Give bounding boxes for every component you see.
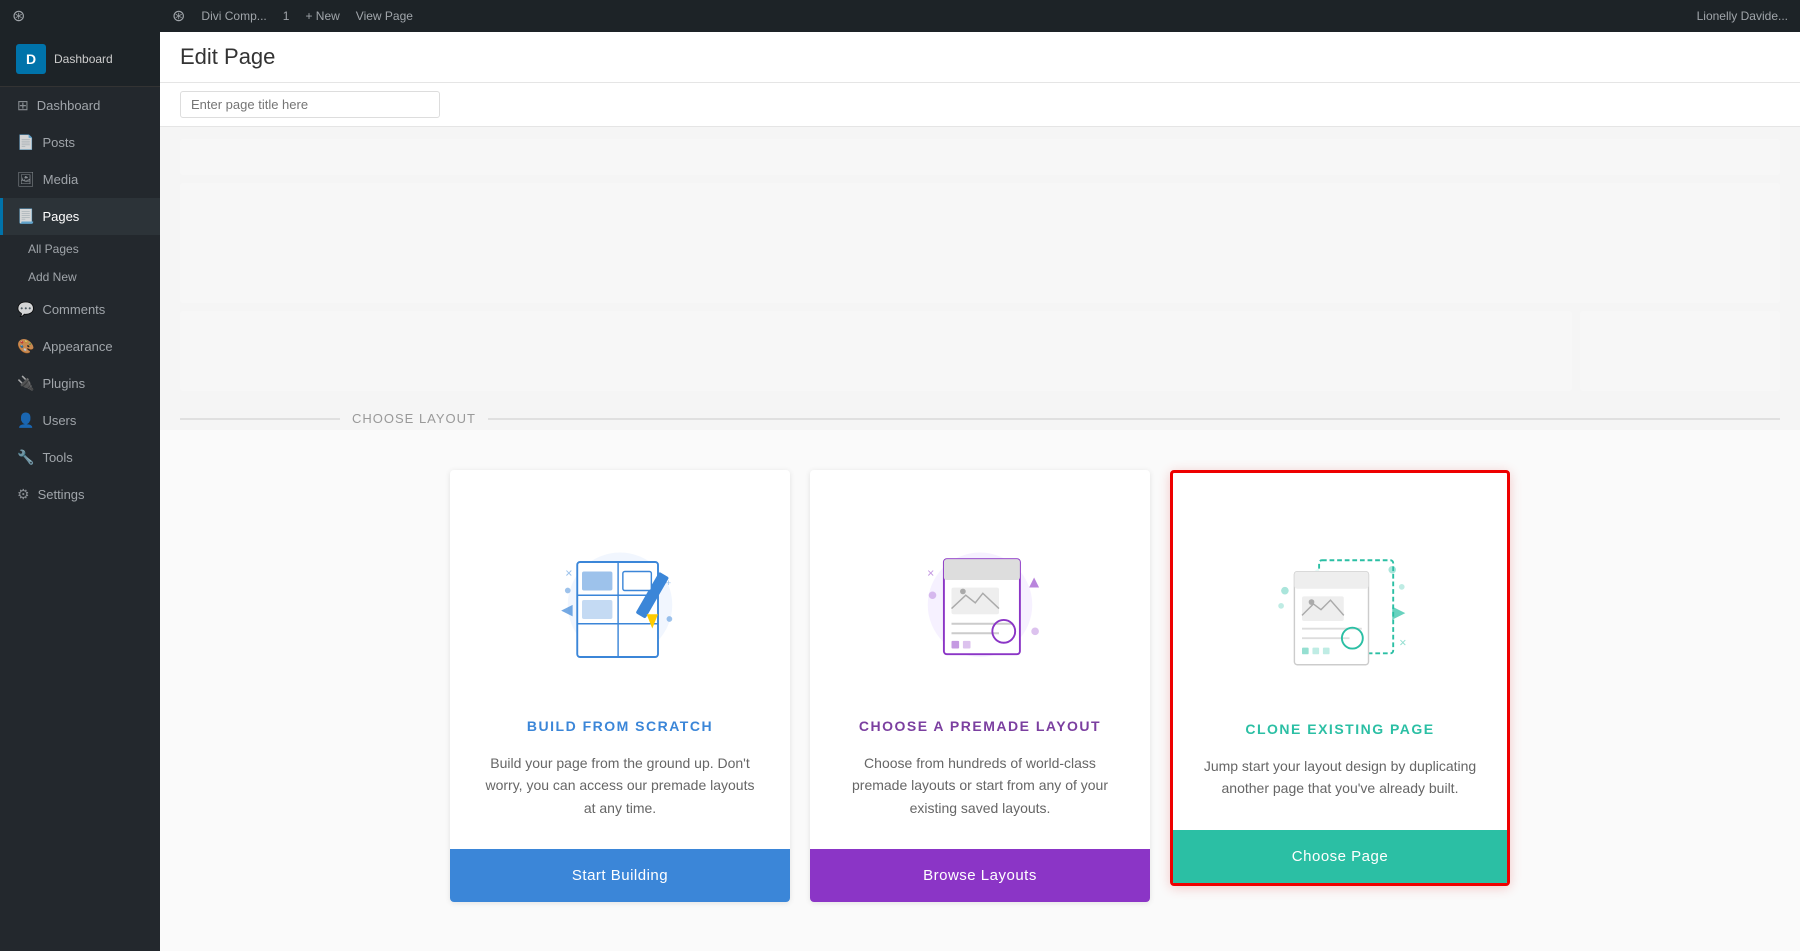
sidebar-item-plugins[interactable]: 🔌 Plugins — [0, 365, 160, 402]
card-scratch-illustration: ◀ + ✕ — [520, 510, 720, 690]
adminbar-new[interactable]: + New — [305, 9, 339, 23]
site-name: Dashboard — [54, 52, 113, 66]
page-title: Edit Page — [180, 44, 275, 70]
card-layout-description: Choose from hundreds of world-class prem… — [840, 752, 1120, 819]
sidebar-item-settings-label: Settings — [38, 487, 85, 502]
section-title-label: Choose Layout — [352, 411, 476, 426]
svg-text:✕: ✕ — [565, 568, 573, 579]
card-scratch-footer: Start Building — [450, 849, 790, 902]
comments-icon: 💬 — [17, 301, 34, 318]
page-header: Edit Page — [160, 32, 1800, 83]
page-title-input[interactable] — [180, 91, 440, 118]
sidebar-subitem-all-pages[interactable]: All Pages — [0, 235, 160, 263]
tools-icon: 🔧 — [17, 449, 34, 466]
sidebar-item-settings[interactable]: ⚙ Settings — [0, 476, 160, 513]
sidebar-item-pages[interactable]: 📃 Pages — [0, 198, 160, 235]
media-icon: 🖼 — [17, 171, 35, 188]
card-layout: ▲ ✕ CHOOSE A PREMADE LAYOUT Choose from … — [810, 470, 1150, 902]
pages-icon: 📃 — [17, 208, 34, 225]
main-content: ⊛ Divi Comp... 1 + New View Page Lionell… — [160, 0, 1800, 951]
card-layout-body: ▲ ✕ CHOOSE A PREMADE LAYOUT Choose from … — [810, 470, 1150, 849]
svg-text:✕: ✕ — [1399, 638, 1407, 649]
sidebar-item-media-label: Media — [43, 172, 78, 187]
card-clone-description: Jump start your layout design by duplica… — [1203, 755, 1477, 800]
wp-logo-icon[interactable]: ⊛ — [12, 6, 25, 26]
card-clone-title: CLONE EXISTING PAGE — [1245, 721, 1434, 737]
admin-bar: ⊛ — [0, 0, 160, 32]
adminbar-view[interactable]: View Page — [356, 9, 413, 23]
adminbar-site-name[interactable]: Divi Comp... — [201, 9, 266, 23]
card-layout-title: CHOOSE A PREMADE LAYOUT — [859, 718, 1101, 734]
section-title-row: Choose Layout — [160, 391, 1800, 430]
cards-area: ◀ + ✕ BUILD FROM SCRATCH Build your page… — [160, 430, 1800, 951]
sidebar-logo: D Dashboard — [0, 32, 160, 87]
sidebar-item-plugins-label: Plugins — [42, 376, 85, 391]
sidebar-item-comments-label: Comments — [42, 302, 105, 317]
site-icon: D — [16, 44, 46, 74]
settings-icon: ⚙ — [17, 486, 30, 503]
card-clone: ▶ ✕ CLONE EXISTING PAGE Jump start your … — [1170, 470, 1510, 886]
page-sub-bar — [160, 83, 1800, 127]
sidebar-item-dashboard[interactable]: ⊞ Dashboard — [0, 87, 160, 124]
plugins-icon: 🔌 — [17, 375, 34, 392]
sidebar-item-tools[interactable]: 🔧 Tools — [0, 439, 160, 476]
browse-layouts-button[interactable]: Browse Layouts — [810, 849, 1150, 902]
svg-text:▶: ▶ — [1392, 602, 1406, 621]
sidebar-item-dashboard-label: Dashboard — [37, 98, 101, 113]
card-scratch-description: Build your page from the ground up. Don'… — [480, 752, 760, 819]
card-scratch-title: BUILD FROM SCRATCH — [527, 718, 713, 734]
appearance-icon: 🎨 — [17, 338, 34, 355]
users-icon: 👤 — [17, 412, 34, 429]
posts-icon: 📄 — [17, 134, 34, 151]
card-layout-illustration: ▲ ✕ — [880, 510, 1080, 690]
divider-left — [180, 418, 340, 420]
sidebar-item-tools-label: Tools — [42, 450, 72, 465]
card-scratch-body: ◀ + ✕ BUILD FROM SCRATCH Build your page… — [450, 470, 790, 849]
choose-page-button[interactable]: Choose Page — [1173, 830, 1507, 883]
dashboard-icon: ⊞ — [17, 97, 29, 114]
sidebar-item-comments[interactable]: 💬 Comments — [0, 291, 160, 328]
sidebar-item-appearance-label: Appearance — [42, 339, 112, 354]
svg-text:✕: ✕ — [927, 568, 935, 579]
sidebar-item-users-label: Users — [42, 413, 76, 428]
svg-text:▲: ▲ — [1026, 573, 1043, 592]
adminbar-user[interactable]: Lionelly Davide... — [1697, 9, 1788, 23]
card-clone-body: ▶ ✕ CLONE EXISTING PAGE Jump start your … — [1173, 473, 1507, 830]
top-admin-bar: ⊛ Divi Comp... 1 + New View Page Lionell… — [160, 0, 1800, 32]
card-layout-footer: Browse Layouts — [810, 849, 1150, 902]
sidebar: ⊛ D Dashboard ⊞ Dashboard 📄 Posts 🖼 Medi… — [0, 0, 160, 951]
blurred-content-rows — [160, 127, 1800, 391]
start-building-button[interactable]: Start Building — [450, 849, 790, 902]
divider-right — [488, 418, 1780, 420]
adminbar-comments[interactable]: 1 — [283, 9, 290, 23]
svg-text:+: + — [666, 578, 672, 589]
card-clone-footer: Choose Page — [1173, 830, 1507, 883]
sidebar-item-users[interactable]: 👤 Users — [0, 402, 160, 439]
sidebar-item-posts[interactable]: 📄 Posts — [0, 124, 160, 161]
sidebar-item-appearance[interactable]: 🎨 Appearance — [0, 328, 160, 365]
wp-icon[interactable]: ⊛ — [172, 6, 185, 26]
svg-text:◀: ◀ — [561, 601, 573, 618]
sidebar-item-media[interactable]: 🖼 Media — [0, 161, 160, 198]
sidebar-item-posts-label: Posts — [42, 135, 75, 150]
sidebar-item-pages-label: Pages — [42, 209, 79, 224]
card-scratch: ◀ + ✕ BUILD FROM SCRATCH Build your page… — [450, 470, 790, 902]
card-clone-illustration: ▶ ✕ — [1240, 513, 1440, 693]
sidebar-subitem-add-new[interactable]: Add New — [0, 263, 160, 291]
